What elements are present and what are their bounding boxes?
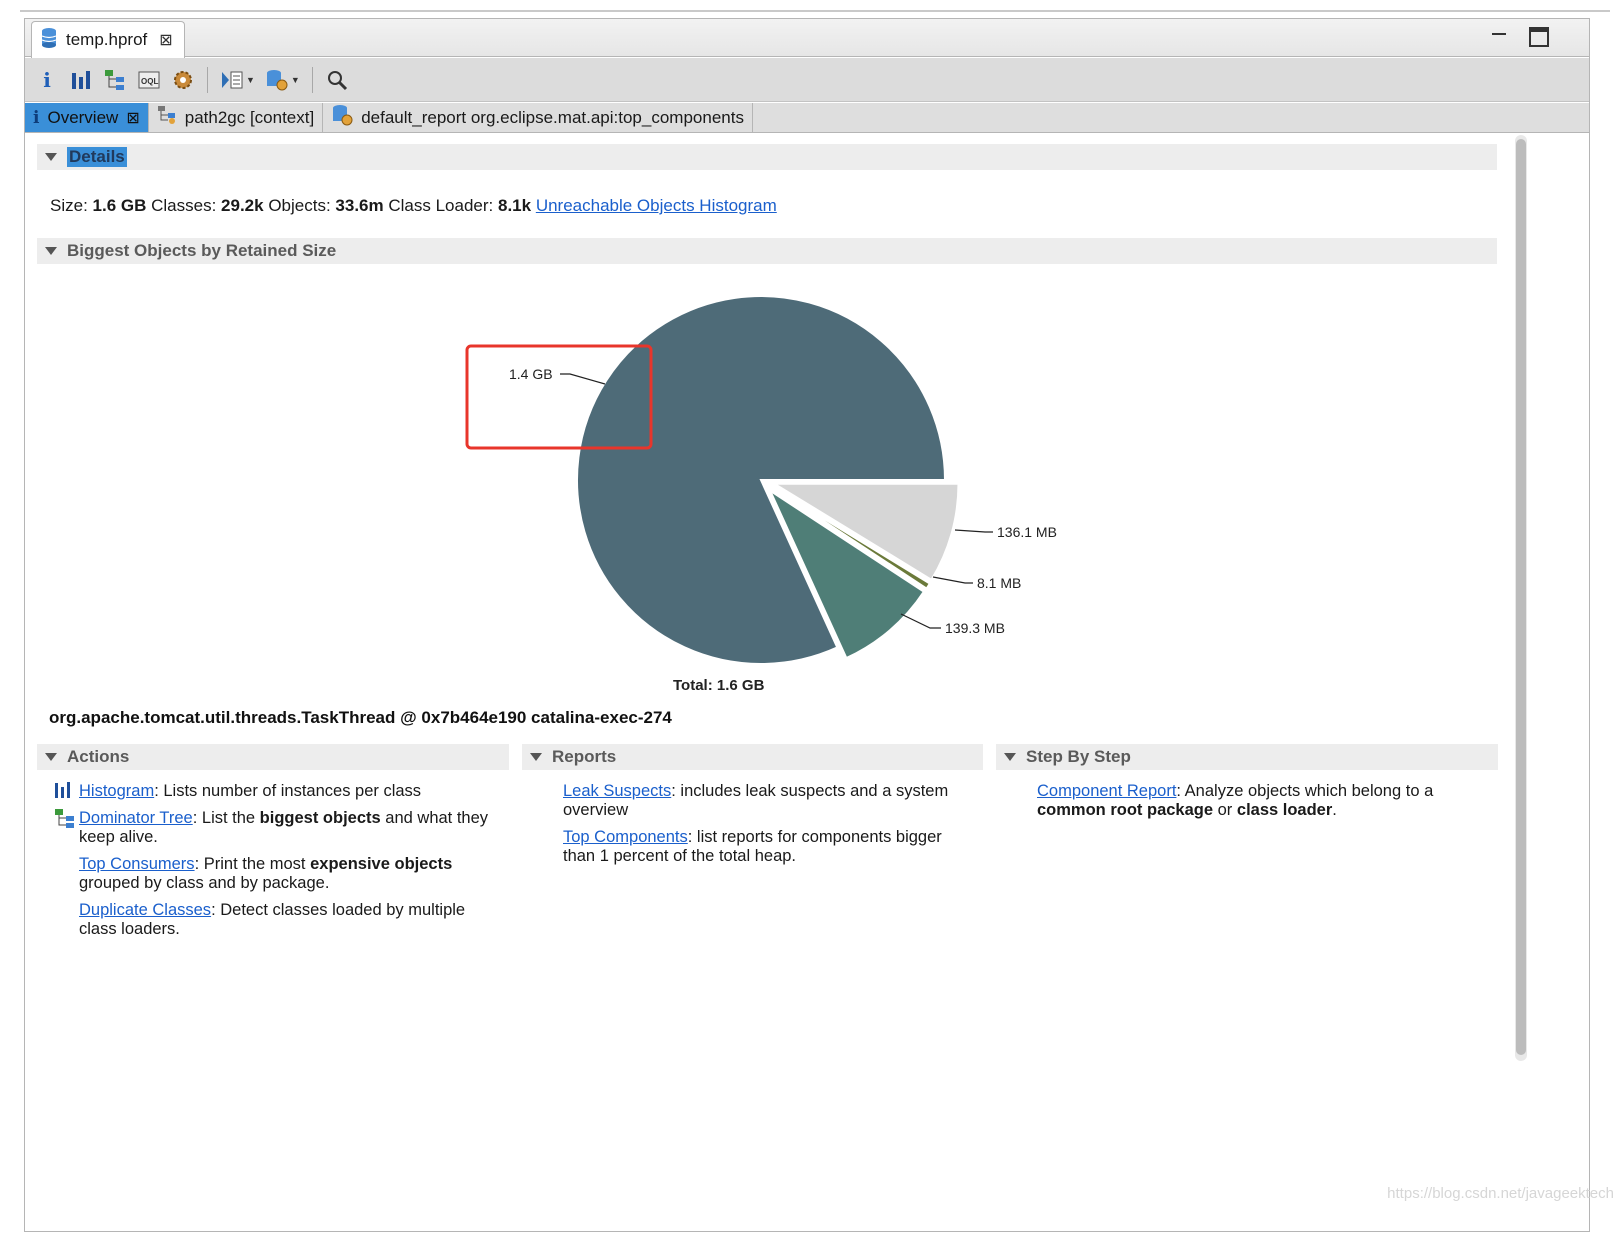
list-item: Histogram: Lists number of instances per… [51, 782, 491, 801]
query-browser-icon[interactable] [220, 68, 244, 92]
editor-tabbar: temp.hprof ⊠ [25, 19, 1589, 58]
oql-icon[interactable]: OQL [137, 68, 161, 92]
toolbar: i OQL ▼ ▼ [25, 58, 1589, 102]
reports-icon[interactable] [265, 68, 289, 92]
list-item: Top Consumers: Print the most expensive … [51, 855, 491, 893]
tab-default-report[interactable]: default_report org.eclipse.mat.api:top_c… [323, 103, 753, 132]
close-icon[interactable]: ⊠ [126, 108, 139, 128]
reports-header-label: Reports [552, 747, 617, 766]
dominator-tree-desc: : List the [192, 809, 260, 827]
histogram-desc: : Lists number of instances per class [154, 782, 422, 800]
tab-default-report-label: default_report org.eclipse.mat.api:top_c… [361, 107, 744, 127]
window-controls [1489, 27, 1549, 47]
dominator-tree-icon [55, 809, 75, 834]
top-components-link[interactable]: Top Components [563, 828, 688, 846]
histogram-icon[interactable] [69, 68, 93, 92]
collapse-triangle-icon[interactable] [45, 753, 57, 761]
result-tabs: i Overview ⊠ path2gc [context] default_r… [25, 103, 1589, 133]
actions-section-header[interactable]: Actions [37, 744, 509, 770]
list-item: Top Components: list reports for compone… [535, 828, 955, 866]
collapse-triangle-icon[interactable] [530, 753, 542, 761]
component-report-link[interactable]: Component Report [1037, 782, 1176, 800]
toolbar-separator [311, 66, 313, 93]
info-icon: i [33, 107, 40, 128]
component-report-end: . [1332, 801, 1337, 819]
actions-header-label: Actions [67, 747, 130, 766]
dominator-tree-link[interactable]: Dominator Tree [79, 809, 193, 827]
watermark: https://blog.csdn.net/javageektech [1387, 1185, 1614, 1202]
leak-suspects-link[interactable]: Leak Suspects [563, 782, 671, 800]
window-top-rule [20, 10, 1610, 12]
tab-overview[interactable]: i Overview ⊠ [25, 103, 149, 132]
dominator-tree-emphasis: biggest objects [259, 809, 381, 827]
step-by-step-header-label: Step By Step [1026, 747, 1131, 766]
chevron-down-icon[interactable]: ▼ [291, 75, 300, 85]
search-icon[interactable] [325, 68, 349, 92]
pie-chart-svg: 1.4 GB 136.1 MB 8.1 MB 139.3 MB [465, 295, 1057, 665]
top-consumers-link[interactable]: Top Consumers [79, 855, 195, 873]
retained-size-pie-chart: 1.4 GB 136.1 MB 8.1 MB 139.3 MB [25, 134, 1225, 699]
file-tab-temp-hprof[interactable]: temp.hprof ⊠ [31, 21, 185, 58]
component-report-desc: : Analyze objects which belong to a [1176, 782, 1434, 800]
top-consumers-emphasis: expensive objects [310, 855, 453, 873]
tab-overview-label: Overview [47, 107, 119, 127]
pie-leader-line [954, 529, 993, 533]
pie-leader-line [932, 576, 973, 584]
close-icon[interactable]: ⊠ [159, 30, 172, 50]
component-report-emphasis-1: common root package [1037, 801, 1214, 819]
report-icon [331, 104, 353, 131]
tab-path2gc-label: path2gc [context] [184, 107, 315, 127]
maximize-button[interactable] [1529, 27, 1549, 47]
component-report-emphasis-2: class loader [1236, 801, 1333, 819]
path2gc-icon [157, 105, 177, 130]
duplicate-classes-link[interactable]: Duplicate Classes [79, 901, 211, 919]
info-icon[interactable]: i [35, 68, 59, 92]
top-consumers-desc-end: grouped by class and by package. [79, 874, 330, 892]
heap-dump-icon [40, 27, 58, 54]
svg-text:OQL: OQL [141, 77, 158, 86]
histogram-link[interactable]: Histogram [79, 782, 154, 800]
minimize-button[interactable] [1489, 27, 1509, 47]
overview-content: Details Size: 1.6 GB Classes: 29.2k Obje… [25, 134, 1515, 1231]
step-by-step-list: Component Report: Analyze objects which … [1009, 782, 1459, 828]
thread-overview-icon[interactable] [171, 68, 195, 92]
component-report-mid: or [1213, 801, 1237, 819]
step-by-step-section-header[interactable]: Step By Step [996, 744, 1498, 770]
pie-slice-label: 1.4 GB [509, 366, 553, 382]
top-consumers-desc: : Print the most [194, 855, 311, 873]
pie-slice-label: 136.1 MB [997, 524, 1057, 540]
list-item: Dominator Tree: List the biggest objects… [51, 809, 491, 847]
chevron-down-icon[interactable]: ▼ [246, 75, 255, 85]
editor-frame: temp.hprof ⊠ i OQL ▼ ▼ i Overview ⊠ path… [24, 18, 1590, 1232]
selected-object-name: org.apache.tomcat.util.threads.TaskThrea… [49, 708, 672, 727]
list-item: Component Report: Analyze objects which … [1009, 782, 1459, 820]
histogram-icon [55, 782, 73, 803]
list-item: Leak Suspects: includes leak suspects an… [535, 782, 955, 820]
toolbar-separator [207, 66, 208, 93]
pie-leader-line [900, 613, 941, 629]
pie-slice-label: 139.3 MB [945, 620, 1005, 636]
reports-section-header[interactable]: Reports [522, 744, 983, 770]
file-tab-label: temp.hprof [66, 30, 148, 49]
pie-total-label: Total: 1.6 GB [673, 677, 765, 694]
actions-list: Histogram: Lists number of instances per… [51, 782, 491, 947]
list-item: Duplicate Classes: Detect classes loaded… [51, 901, 491, 939]
dominator-tree-icon[interactable] [103, 68, 127, 92]
pie-leader-line [560, 373, 606, 385]
tab-path2gc[interactable]: path2gc [context] [149, 103, 324, 132]
collapse-triangle-icon[interactable] [1004, 753, 1016, 761]
pie-slice-label: 8.1 MB [977, 575, 1021, 591]
scrollbar-thumb[interactable] [1516, 139, 1526, 1055]
vertical-scrollbar[interactable] [1515, 135, 1527, 1061]
reports-list: Leak Suspects: includes leak suspects an… [535, 782, 955, 874]
